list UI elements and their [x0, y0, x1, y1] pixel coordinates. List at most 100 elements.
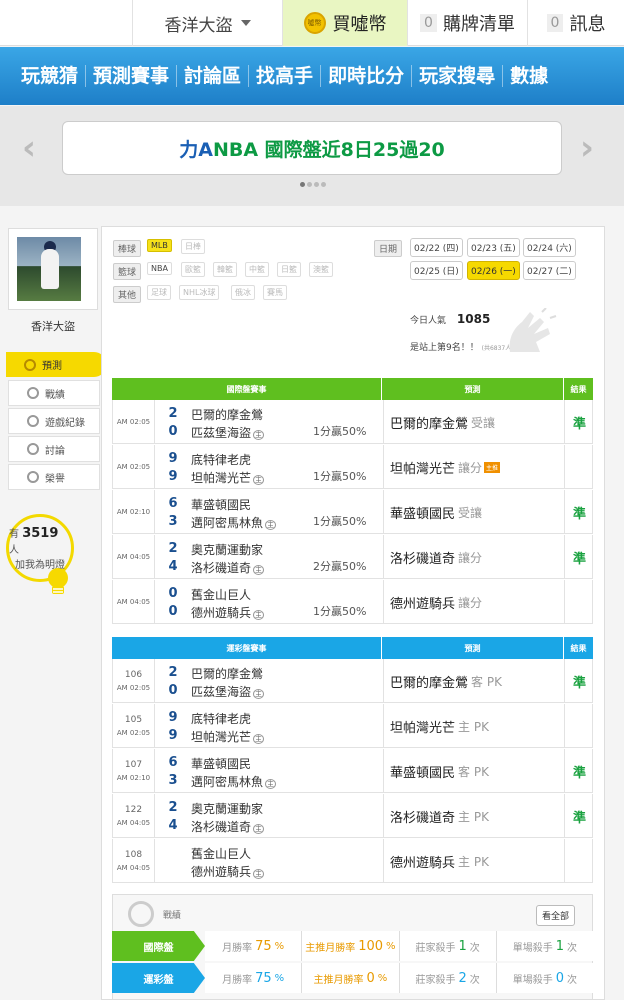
cart-button[interactable]: 0 購牌清單	[407, 0, 527, 46]
view-all-button[interactable]: 看全部	[536, 905, 576, 926]
chat-icon	[27, 443, 39, 455]
nav-forum[interactable]: 討論區	[177, 65, 250, 87]
main-nav: 玩競猜 預測賽事 討論區 找高手 即時比分 玩家搜尋 數據	[0, 47, 624, 105]
prediction-type: 讓分	[458, 550, 483, 565]
buy-coins-label: 買噓幣	[332, 14, 387, 35]
away-team: 華盛頓國民	[191, 498, 252, 512]
prediction-cell: 華盛頓國民客 PK	[383, 749, 565, 793]
table-row[interactable]: AM 02:05 9 9 底特律老虎 坦帕灣光芒主 1分贏50% 坦帕灣光芒 讓分…	[112, 445, 593, 489]
filter-label-baseball: 棒球	[113, 240, 142, 257]
table-row[interactable]: 108 AM 04:05 舊金山巨人 德州遊騎兵主 德州遊騎兵主 PK	[112, 839, 593, 883]
game-number: 106	[124, 670, 143, 680]
date-button[interactable]: 02/23 (五)	[467, 238, 520, 257]
table-row[interactable]: 107 AM 02:10 6 3 華盛頓國民 邁阿密馬林魚主 華盛頓國民客 PK …	[112, 749, 593, 793]
prediction-cell: 德州遊騎兵主 PK	[383, 839, 565, 883]
odds: 1分贏50%	[313, 470, 367, 483]
filter-euro-basketball[interactable]: 歐籃	[181, 262, 205, 277]
predicted-team: 德州遊騎兵	[390, 596, 456, 612]
filter-japan-baseball[interactable]: 日棒	[181, 239, 205, 254]
home-team-line: 邁阿密馬林魚主	[191, 514, 277, 531]
sidebar-item-game-log[interactable]: 遊戲紀錄	[8, 408, 100, 434]
away-score: 2	[168, 800, 178, 815]
table-row[interactable]: 106 AM 02:05 2 0 巴爾的摩金鶯 匹茲堡海盜主 巴爾的摩金鶯客 PK…	[112, 659, 593, 703]
prediction-cell: 巴爾的摩金鶯客 PK	[383, 659, 565, 703]
carousel-dots	[300, 182, 326, 187]
home-team: 坦帕灣光芒	[191, 730, 252, 744]
nav-data[interactable]: 數據	[503, 65, 555, 87]
filter-soccer[interactable]: 足球	[147, 285, 171, 300]
stat-value: 1	[555, 938, 565, 954]
stat-label: 月勝率	[222, 974, 253, 986]
table-row[interactable]: 105 AM 02:05 9 9 底特律老虎 坦帕灣光芒主 坦帕灣光芒主 PK	[112, 704, 593, 748]
away-score: 2	[168, 541, 178, 556]
table-row[interactable]: AM 04:05 0 0 舊金山巨人 德州遊騎兵主 1分贏50% 德州遊騎兵 讓分	[112, 580, 593, 624]
buy-coins-button[interactable]: 噓幣 買噓幣	[282, 0, 407, 46]
carousel-dot[interactable]	[314, 182, 319, 187]
table-row[interactable]: AM 04:05 2 4 奧克蘭運動家 洛杉磯道奇主 2分贏50% 洛杉磯道奇讓…	[112, 535, 593, 579]
avatar[interactable]	[17, 237, 81, 301]
prediction-cell: 坦帕灣光芒 讓分 主推	[383, 445, 565, 489]
stat-unit: 次	[567, 974, 578, 986]
date-button[interactable]: 02/27 (二)	[523, 261, 576, 280]
home-score: 3	[168, 514, 178, 529]
messages-button[interactable]: 0 訊息	[527, 0, 624, 46]
stat-cell: 月勝率 75%	[205, 963, 303, 993]
time-label: AM 04:05	[116, 598, 151, 606]
nav-find-experts[interactable]: 找高手	[249, 65, 322, 87]
filter-korea-basketball[interactable]: 韓籃	[213, 262, 237, 277]
game-time: AM 02:05	[113, 445, 155, 489]
intl-table-header: 國際盤賽事 預測 結果	[112, 378, 593, 400]
table-row[interactable]: AM 02:05 2 0 巴爾的摩金鶯 匹茲堡海盜主 1分贏50% 巴爾的摩金鶯…	[112, 400, 593, 444]
stat-cell: 主推月勝率 0%	[302, 963, 400, 993]
filter-nba[interactable]: NBA	[147, 262, 172, 275]
sidebar-item-predict[interactable]: 預測	[6, 352, 106, 377]
table-row[interactable]: 122 AM 04:05 2 4 奧克蘭運動家 洛杉磯道奇主 洛杉磯道奇主 PK …	[112, 794, 593, 838]
away-score: 2	[168, 665, 178, 680]
home-team: 德州遊騎兵	[191, 865, 252, 879]
time-label: AM 02:05	[116, 729, 151, 737]
carousel-dot[interactable]	[321, 182, 326, 187]
home-marker: 主	[253, 565, 265, 575]
filter-russia-hockey[interactable]: 俄冰	[231, 285, 255, 300]
stat-unit: %	[377, 972, 388, 984]
filter-horse-racing[interactable]: 賽馬	[263, 285, 287, 300]
prediction-cell: 洛杉磯道奇主 PK	[383, 794, 565, 838]
stat-cell: 莊家殺手 1 次	[399, 931, 497, 961]
sidebar-item-record[interactable]: 戰績	[8, 380, 100, 406]
sidebar-item-discuss[interactable]: 討論	[8, 436, 100, 462]
filter-nhl[interactable]: NHL冰球	[179, 285, 220, 300]
date-button[interactable]: 02/22 (四)	[410, 238, 463, 257]
nav-live-scores[interactable]: 即時比分	[321, 65, 413, 87]
nav-predict-events[interactable]: 預測賽事	[86, 65, 178, 87]
sport-header-events: 運彩盤賽事	[112, 637, 382, 659]
date-button-selected[interactable]: 02/26 (一)	[467, 261, 520, 280]
filter-china-basketball[interactable]: 中籃	[245, 262, 269, 277]
banner-slide[interactable]: 力A NBA 國際盤近8日25過20	[62, 121, 562, 175]
featured-badge: 主推	[484, 461, 501, 473]
chevron-left-icon[interactable]: ‹	[22, 128, 36, 168]
popularity-row: 今日人氣 1085	[410, 312, 490, 326]
chevron-right-icon[interactable]: ›	[580, 128, 594, 168]
nav-player-search[interactable]: 玩家搜尋	[412, 65, 504, 87]
result-mark: 準	[572, 675, 586, 691]
game-number: 122	[124, 805, 143, 815]
sidebar-item-label: 遊戲紀錄	[45, 417, 85, 429]
filter-mlb[interactable]: MLB	[147, 239, 172, 252]
target-icon	[128, 901, 154, 927]
popularity-label: 今日人氣	[410, 316, 447, 326]
nav-play-guess[interactable]: 玩競猜	[14, 65, 87, 87]
carousel-dot[interactable]	[307, 182, 312, 187]
filter-aus-basketball[interactable]: 澳籃	[309, 262, 333, 277]
user-dropdown[interactable]: 香洋大盜	[132, 0, 282, 46]
home-team: 匹茲堡海盜	[191, 426, 252, 440]
date-button[interactable]: 02/24 (六)	[523, 238, 576, 257]
summary-row-label: 運彩盤	[112, 963, 205, 993]
carousel-dot[interactable]	[300, 182, 305, 187]
filter-japan-basketball[interactable]: 日籃	[277, 262, 301, 277]
table-row[interactable]: AM 02:10 6 3 華盛頓國民 邁阿密馬林魚主 1分贏50% 華盛頓國民受…	[112, 490, 593, 534]
stat-label: 莊家殺手	[415, 942, 456, 954]
date-button[interactable]: 02/25 (日)	[410, 261, 463, 280]
sidebar-item-honor[interactable]: 榮譽	[8, 464, 100, 490]
home-score: 9	[168, 469, 178, 484]
filter-label-other: 其他	[113, 286, 142, 303]
